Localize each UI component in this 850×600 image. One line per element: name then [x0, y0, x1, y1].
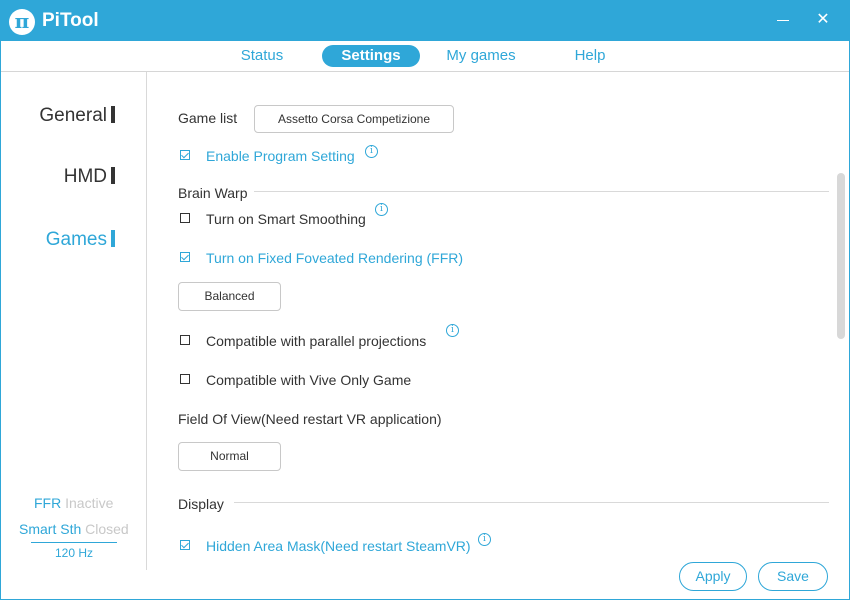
tab-my-games[interactable]: My games: [441, 45, 521, 67]
vive-only-label: Compatible with Vive Only Game: [206, 372, 412, 388]
app-title: PiTool: [42, 10, 99, 31]
sidebar-marker: [111, 230, 115, 247]
enable-program-setting-label: Enable Program Setting: [206, 148, 355, 164]
title-bar: π PiTool ✕: [1, 1, 849, 41]
fov-select[interactable]: Normal: [178, 442, 281, 471]
section-divider: [234, 502, 829, 503]
apply-button[interactable]: Apply: [679, 562, 747, 591]
info-icon[interactable]: i: [375, 203, 388, 216]
sidebar-item-general[interactable]: General: [39, 105, 115, 127]
smart-smoothing-status-label: Smart Sth: [19, 521, 82, 537]
refresh-rate: 120 Hz: [31, 542, 117, 560]
ffr-status-label: FFR: [34, 495, 62, 511]
section-divider: [254, 191, 829, 192]
sidebar-item-label: Games: [45, 229, 107, 250]
pitool-logo-icon: π: [9, 9, 35, 35]
minimize-button[interactable]: [771, 9, 795, 33]
info-icon[interactable]: i: [478, 533, 491, 546]
ffr-checkbox[interactable]: [180, 252, 190, 262]
vive-only-checkbox[interactable]: [180, 374, 190, 384]
tab-settings[interactable]: Settings: [322, 45, 420, 67]
info-icon[interactable]: i: [365, 145, 378, 158]
brain-warp-header: Brain Warp: [178, 185, 248, 201]
save-button[interactable]: Save: [758, 562, 828, 591]
ffr-label: Turn on Fixed Foveated Rendering (FFR): [206, 250, 464, 266]
ffr-status-value: Inactive: [65, 495, 114, 511]
sidebar-item-hmd[interactable]: HMD: [64, 166, 115, 188]
sidebar-marker: [111, 167, 115, 184]
game-list-label: Game list: [178, 110, 238, 126]
scrollbar-thumb[interactable]: [837, 173, 845, 339]
info-icon[interactable]: i: [446, 324, 459, 337]
smart-smoothing-status-value: Closed: [85, 521, 129, 537]
tab-status[interactable]: Status: [233, 45, 291, 67]
close-button[interactable]: ✕: [811, 9, 835, 33]
smart-smoothing-label: Turn on Smart Smoothing: [206, 211, 366, 227]
enable-program-setting-checkbox[interactable]: [180, 150, 190, 160]
pitool-window: π PiTool ✕ Status Settings My games Help…: [0, 0, 850, 600]
sidebar-item-label: HMD: [63, 166, 107, 187]
smart-smoothing-checkbox[interactable]: [180, 213, 190, 223]
ffr-status: FFR Inactive: [34, 495, 113, 511]
tab-bar: Status Settings My games Help: [1, 41, 849, 72]
sidebar-item-games[interactable]: Games: [46, 229, 115, 251]
display-header: Display: [178, 496, 224, 512]
fov-header: Field Of View(Need restart VR applicatio…: [178, 411, 442, 427]
ffr-level-select[interactable]: Balanced: [178, 282, 281, 311]
parallel-projections-label: Compatible with parallel projections: [206, 333, 427, 349]
close-icon: ✕: [816, 11, 830, 28]
game-list-select[interactable]: Assetto Corsa Competizione: [254, 105, 454, 133]
hidden-area-mask-checkbox[interactable]: [180, 540, 190, 550]
tab-help[interactable]: Help: [566, 45, 614, 67]
minimize-icon: [777, 20, 789, 21]
sidebar-marker: [111, 106, 115, 123]
sidebar-item-label: General: [39, 105, 107, 126]
smart-smoothing-status: Smart Sth Closed: [19, 521, 129, 537]
hidden-area-mask-label: Hidden Area Mask(Need restart SteamVR): [206, 538, 471, 554]
parallel-projections-checkbox[interactable]: [180, 335, 190, 345]
